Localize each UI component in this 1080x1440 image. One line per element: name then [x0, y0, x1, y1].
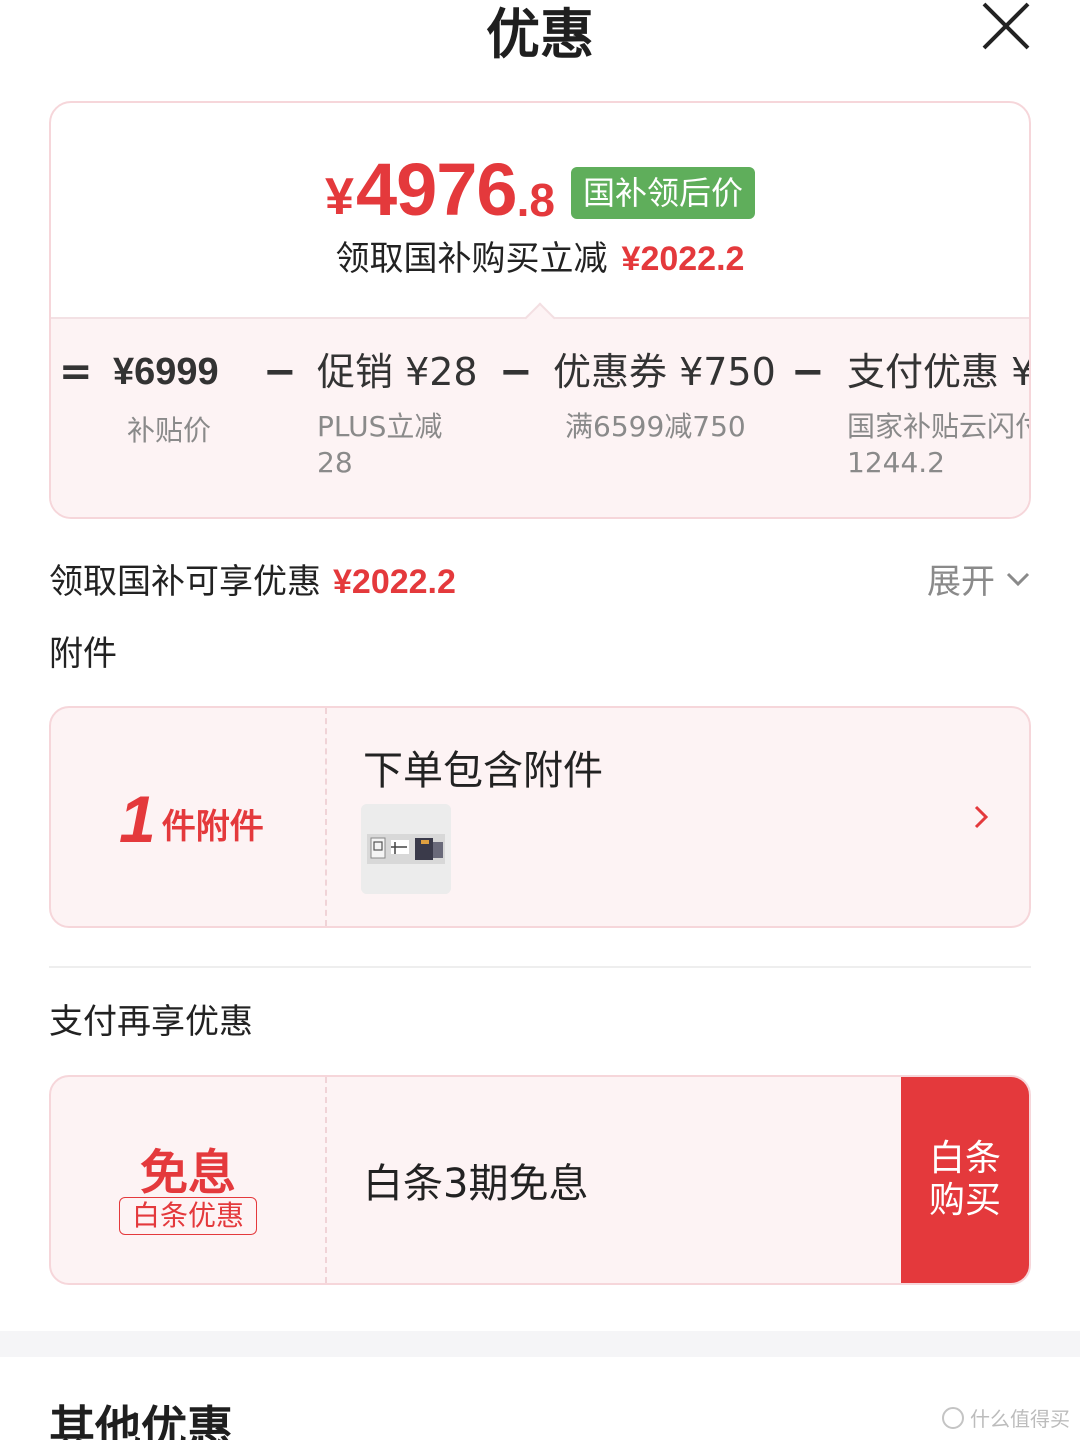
accessories-count-panel: 1 件附件 — [51, 708, 327, 926]
payment-detail: 白条3期免息 白条购买 — [327, 1077, 1029, 1283]
accessories-count: 1 件附件 — [119, 786, 264, 852]
saving-value: ¥2022.2 — [621, 240, 745, 278]
final-price-currency: ¥ — [325, 168, 354, 226]
price-summary: ¥ 4976 .8 国补领后价 领取国补购买立减 ¥2022.2 — [51, 103, 1029, 317]
accessory-image-icon — [361, 804, 451, 894]
accessories-detail: 下单包含附件 — [327, 708, 1029, 926]
divider — [49, 966, 1031, 968]
accessories-title: 下单包含附件 — [363, 748, 603, 794]
minus-sign: − — [791, 349, 825, 395]
breakdown-item-subsidy-price: ¥6999 补贴价 — [113, 349, 219, 449]
breakdown-value: 优惠券 ¥750 — [553, 350, 776, 394]
expand-label: 展开 — [927, 562, 995, 602]
payment-offer-panel: 免息 白条优惠 — [51, 1077, 327, 1283]
watermark-text: 什么值得买 — [970, 1407, 1070, 1431]
baitiao-buy-label: 白条购买 — [928, 1138, 1001, 1221]
close-icon — [982, 2, 1030, 50]
baitiao-discount-tag: 白条优惠 — [119, 1197, 257, 1235]
breakdown-item-coupon: 优惠券 ¥750 满6599减750 — [553, 349, 776, 445]
watermark: 什么值得买 — [942, 1403, 1070, 1432]
other-offers-title: 其他优惠 — [49, 1401, 233, 1440]
accessories-count-number: 1 — [119, 782, 156, 856]
minus-sign: − — [263, 349, 297, 395]
discount-value: ¥2022.2 — [333, 563, 456, 601]
final-price-row: ¥ 4976 .8 国补领后价 — [51, 153, 1029, 227]
chevron-down-icon — [1006, 572, 1030, 586]
breakdown-desc: 国家补贴云闪付 — [847, 410, 1031, 443]
saving-row: 领取国补购买立减 ¥2022.2 — [51, 231, 1029, 280]
discount-text: 领取国补可享优惠 ¥2022.2 — [49, 554, 456, 603]
breakdown-value: 支付优惠 ¥1 — [847, 350, 1029, 394]
breakdown-value: ¥6999 — [113, 351, 219, 393]
breakdown-item-payment: 支付优惠 ¥1 国家补贴云闪付 1244.2 — [847, 349, 1031, 481]
breakdown-desc-amount: 1244.2 — [847, 446, 945, 479]
breakdown-item-promotion: 促销 ¥28 PLUS立减 28 — [317, 349, 478, 481]
payment-card[interactable]: 免息 白条优惠 白条3期免息 白条购买 — [49, 1075, 1031, 1285]
payment-title: 白条3期免息 — [363, 1161, 589, 1207]
watermark-logo-icon — [942, 1406, 964, 1429]
close-button[interactable] — [978, 0, 1034, 52]
section-separator — [0, 1331, 1080, 1357]
breakdown-desc: 补贴价 — [127, 414, 212, 447]
price-card: ¥ 4976 .8 国补领后价 领取国补购买立减 ¥2022.2 = ¥6999 … — [49, 101, 1031, 519]
minus-sign: − — [499, 349, 533, 395]
payment-section-title: 支付再享优惠 — [49, 1002, 253, 1042]
breakdown-desc: 满6599减750 — [565, 410, 746, 443]
discount-label: 领取国补可享优惠 — [49, 562, 321, 602]
breakdown-desc-amount: 28 — [317, 446, 353, 479]
chevron-right-icon[interactable] — [973, 804, 989, 834]
saving-label: 领取国补购买立减 — [335, 239, 608, 279]
expand-button[interactable]: 展开 — [927, 554, 1031, 603]
accessories-card[interactable]: 1 件附件 下单包含附件 — [49, 706, 1031, 928]
page-title: 优惠 — [486, 3, 594, 66]
final-price-integer: 4976 — [355, 148, 518, 231]
equals-sign: = — [59, 349, 93, 395]
accessory-thumbnail[interactable] — [361, 804, 451, 894]
accessories-count-unit: 件附件 — [161, 807, 264, 847]
breakdown-desc: PLUS立减 — [317, 410, 443, 443]
interest-free-label: 免息 — [139, 1145, 236, 1201]
discount-row: 领取国补可享优惠 ¥2022.2 展开 — [49, 550, 1031, 603]
subsidy-price-badge: 国补领后价 — [570, 167, 755, 219]
baitiao-buy-button[interactable]: 白条购买 — [901, 1077, 1029, 1283]
final-price: ¥ 4976 .8 — [325, 153, 555, 227]
breakdown-value: 促销 ¥28 — [317, 350, 478, 394]
price-breakdown[interactable]: = ¥6999 补贴价 − 促销 ¥28 PLUS立减 28 − 优惠券 ¥75… — [51, 317, 1031, 517]
header: 优惠 — [0, 0, 1080, 66]
accessories-section-title: 附件 — [49, 634, 117, 674]
final-price-decimal: .8 — [516, 174, 555, 226]
